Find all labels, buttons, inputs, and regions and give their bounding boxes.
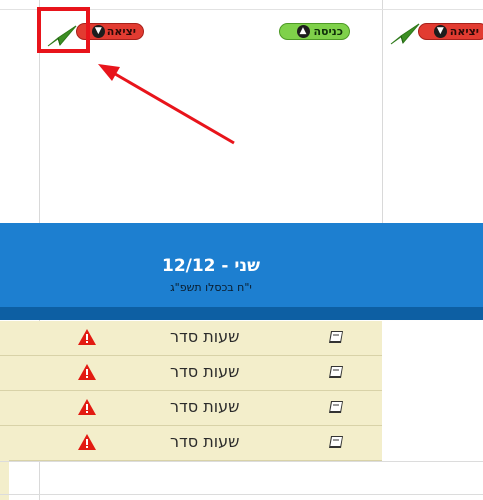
exit-label: יציאה bbox=[106, 25, 136, 38]
row-label: שעות סדר bbox=[170, 362, 240, 381]
book-icon[interactable] bbox=[327, 329, 345, 345]
arrow-down-icon: ▼ bbox=[91, 25, 105, 38]
warning-icon[interactable] bbox=[77, 433, 97, 451]
exit-label-right: יציאה bbox=[449, 25, 479, 38]
row-label: שעות סדר bbox=[170, 432, 240, 451]
day-subtitle: י"ח בכסלו תשפ"ג bbox=[170, 281, 252, 294]
arrow-down-icon: ▼ bbox=[433, 25, 447, 38]
column-divider-right bbox=[382, 0, 383, 223]
row-label: שעות סדר bbox=[170, 397, 240, 416]
day-title: שני - 12/12 bbox=[161, 256, 261, 276]
enter-label: כניסה bbox=[313, 25, 344, 38]
book-icon[interactable] bbox=[327, 399, 345, 415]
arrow-up-icon: ▲ bbox=[296, 25, 310, 38]
paper-plane-icon[interactable] bbox=[389, 22, 421, 46]
warning-icon[interactable] bbox=[77, 363, 97, 381]
highlight-box bbox=[37, 7, 90, 53]
warning-icon[interactable] bbox=[77, 328, 97, 346]
grid-line bbox=[0, 461, 483, 462]
book-icon[interactable] bbox=[327, 434, 345, 450]
day-header-strip bbox=[0, 307, 483, 320]
exit-button-right[interactable]: יציאה ▼ bbox=[418, 23, 483, 40]
annotation-arrow bbox=[98, 64, 235, 145]
grid-line bbox=[0, 494, 483, 495]
enter-button[interactable]: כניסה ▲ bbox=[279, 23, 350, 40]
row-label: שעות סדר bbox=[170, 327, 240, 346]
book-icon[interactable] bbox=[327, 364, 345, 380]
warning-icon[interactable] bbox=[77, 398, 97, 416]
